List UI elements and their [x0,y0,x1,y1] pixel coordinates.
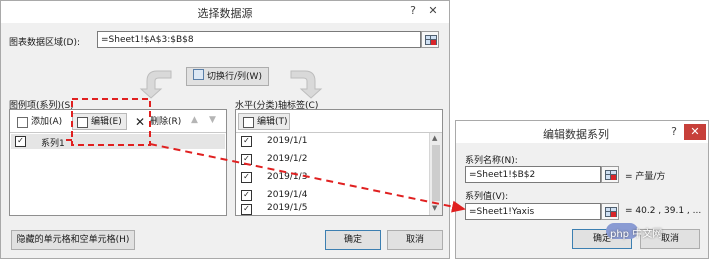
move-down-button[interactable]: ▼ [209,115,216,125]
name-picker-icon[interactable] [601,166,619,183]
edit-axis-labels-button[interactable]: 编辑(T) [238,113,290,130]
range-picker-icon[interactable] [421,31,439,48]
php-watermark: php 中文网 [606,220,696,244]
delete-series-button[interactable]: ✕ 删除(R) [131,113,185,130]
axis-item-label: 2019/1/4 [267,190,308,200]
series-checkbox[interactable]: ✓ [15,136,26,147]
chart-range-label: 图表数据区域(D): [9,38,80,48]
watermark-text: php 中文网 [610,229,663,240]
add-label: 添加(A) [31,117,63,127]
edit-dialog-title-bar: 编辑数据系列 ? ✕ [456,121,708,143]
axis-checkbox[interactable]: ✓ [241,136,252,147]
axis-list-item[interactable]: ✓ 2019/1/5 [237,202,427,215]
series-values-preview: = 40.2 , 39.1 , ... [625,206,702,216]
delete-icon: ✕ [135,115,146,129]
axis-list-item[interactable]: ✓ 2019/1/4 [237,188,427,203]
move-up-button[interactable]: ▲ [191,115,198,125]
series-name-input[interactable]: =Sheet1!$B$2 [465,166,601,183]
series-panel: 添加(A) 编辑(E) ✕ 删除(R) ▲ ▼ ✓ 系列1 [9,109,227,216]
series-item-label: 系列1 [41,139,65,149]
add-series-button[interactable]: 添加(A) [12,113,66,130]
axis-list-item[interactable]: ✓ 2019/1/2 [237,152,427,167]
edit-help-button[interactable]: ? [668,125,680,138]
series-values-label: 系列值(V): [465,192,509,202]
axis-list-scrollbar[interactable]: ▲ ▼ [429,133,442,215]
axis-item-label: 2019/1/5 [267,203,308,213]
axis-list-item[interactable]: ✓ 2019/1/1 [237,134,427,149]
series-values-input[interactable]: =Sheet1!Yaxis [465,203,601,220]
axis-list-item[interactable]: ✓ 2019/1/3 [237,170,427,185]
values-picker-icon[interactable] [601,203,619,220]
switch-icon [193,69,205,80]
close-button[interactable]: ✕ [426,4,440,17]
axis-checkbox[interactable]: ✓ [241,190,252,201]
axis-item-label: 2019/1/1 [267,136,308,146]
axis-toolbar-divider [236,132,442,133]
hidden-empty-cells-button[interactable]: 隐藏的单元格和空单元格(H) [11,230,135,250]
axis-checkbox[interactable]: ✓ [241,172,252,183]
axis-checkbox[interactable]: ✓ [241,154,252,165]
switch-row-column-button[interactable]: 切换行/列(W) [186,67,269,86]
add-icon [17,117,28,128]
axis-checkbox[interactable]: ✓ [241,204,252,215]
edit-axis-icon [243,117,254,128]
axis-item-label: 2019/1/3 [267,172,308,182]
scroll-thumb[interactable] [432,145,440,201]
edit-dialog-title: 编辑数据系列 [543,128,609,141]
help-button[interactable]: ? [406,4,420,17]
edit-label: 编辑(E) [91,117,122,127]
ok-button[interactable]: 确定 [325,230,381,250]
delete-label: 删除(R) [150,117,182,127]
chart-range-input[interactable]: =Sheet1!$A$3:$B$8 [97,31,421,48]
edit-icon [77,117,88,128]
edit-series-button[interactable]: 编辑(E) [72,113,127,130]
title-bar: 选择数据源 ? ✕ [1,1,449,23]
cancel-button[interactable]: 取消 [387,230,443,250]
switch-label: 切换行/列(W) [207,72,262,82]
edit-axis-label: 编辑(T) [257,117,288,127]
toolbar-divider [10,132,226,133]
axis-item-label: 2019/1/2 [267,154,308,164]
series-list-item[interactable]: ✓ 系列1 [11,134,225,149]
edit-close-button[interactable]: ✕ [684,124,706,140]
axis-labels-panel: 编辑(T) ✓ 2019/1/1 ✓ 2019/1/2 ✓ 2019/1/3 ✓… [235,109,443,216]
series-name-preview: = 产量/方 [625,172,666,182]
select-data-source-dialog: 选择数据源 ? ✕ 图表数据区域(D): =Sheet1!$A$3:$B$8 切… [0,0,450,259]
dialog-title: 选择数据源 [197,7,253,20]
series-name-label: 系列名称(N): [465,156,518,166]
scroll-up-icon[interactable]: ▲ [432,134,437,142]
scroll-down-icon[interactable]: ▼ [432,204,437,212]
